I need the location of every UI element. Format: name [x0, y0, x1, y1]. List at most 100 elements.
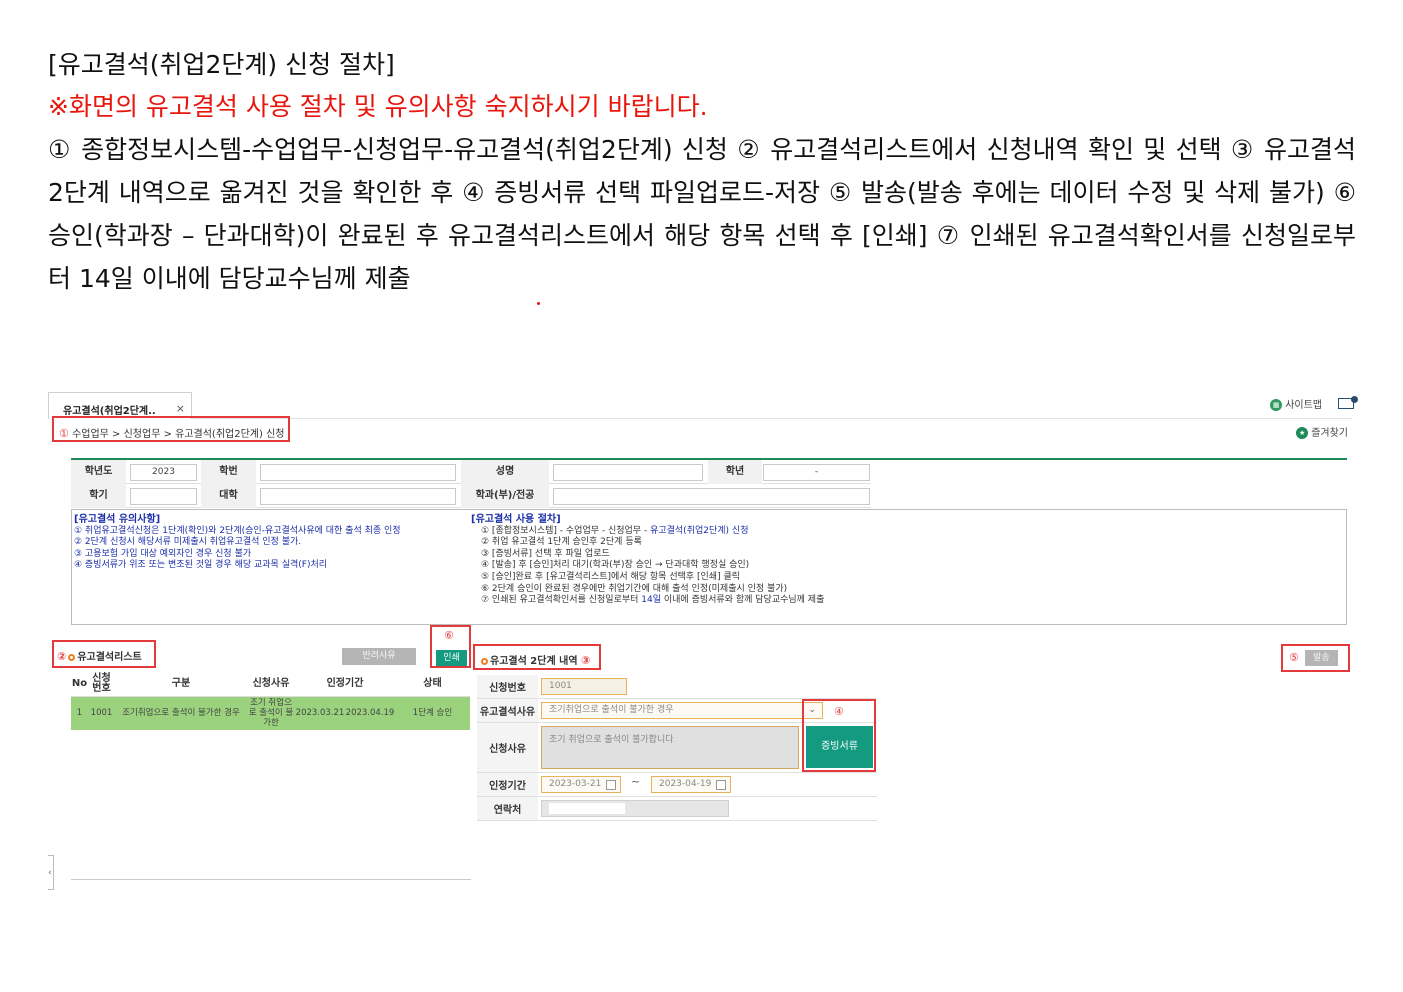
procedure-title: [유고결석 사용 절차] — [471, 514, 561, 525]
favorites-link[interactable]: ★ 즐겨찾기 — [1296, 424, 1348, 439]
reject-reason-button[interactable]: 반려사유 — [342, 648, 416, 665]
sitemap-link[interactable]: ▦ 사이트맵 — [1270, 396, 1322, 411]
period-end-input[interactable]: 2023-04-19 — [651, 776, 731, 793]
college-label: 대학 — [201, 484, 256, 508]
caution-item: ① 취업유고결석신청은 1단계(확인)와 2단계(승인-유고결석사유에 대한 출… — [74, 525, 401, 536]
cell-start: 2023.03.21 — [295, 696, 345, 730]
evidence-button[interactable]: 증빙서류 — [806, 726, 873, 768]
cautions-title: [유고결석 유의사항] — [74, 514, 161, 525]
send-button[interactable]: 발송 — [1304, 650, 1338, 666]
col-reason[interactable]: 신청사유 — [247, 672, 295, 697]
dept-label: 학과(부)/전공 — [461, 484, 549, 508]
cell-req-no: 1001 — [88, 696, 115, 730]
procedure-item: ⑤ [승인]완료 후 [유고결석리스트]에서 해당 항목 선택후 [인쇄] 클릭 — [481, 571, 741, 582]
grade-input[interactable]: - — [763, 464, 870, 481]
top-right-tools: ▦ 사이트맵 — [1270, 396, 1358, 411]
tab-divider — [192, 418, 1352, 419]
reason-type-select[interactable]: 조기취업으로 출석이 불가한 경우 ⌄ — [541, 702, 823, 719]
procedure-item: ① [종합정보시스템] - 수업업무 - 신청업무 - 유고결석(취업2단계) … — [481, 525, 749, 536]
caution-item: ④ 증빙서류가 위조 또는 변조된 것일 경우 해당 교과목 실격(F)처리 — [74, 560, 328, 571]
step-number-5: ⑤ — [1289, 651, 1299, 664]
dept-input[interactable] — [553, 488, 870, 505]
period-label: 인정기간 — [477, 773, 538, 796]
form-row-1: 학년도 2023 학번 성명 학년 - — [71, 460, 871, 484]
cell-status: 1단계 승인 — [395, 696, 470, 730]
table-header-row: No 신청 번호 구분 신청사유 인정기간 상태 — [71, 672, 470, 697]
window-icon[interactable] — [1338, 396, 1358, 409]
print-highlight: ⑥ 인쇄 — [430, 625, 471, 668]
cell-category: 조기취업으로 출석이 불가한 경우 — [115, 696, 247, 730]
procedure-item: ⑥ 2단계 승인이 완료된 경우에만 취업기간에 대해 출석 인정(미제출시 인… — [481, 583, 788, 594]
year-input[interactable]: 2023 — [130, 464, 197, 481]
caution-item: ③ 고용보험 가입 대상 예외자인 경우 신청 불가 — [74, 548, 252, 559]
contact-input[interactable] — [541, 800, 729, 817]
procedure-item: ④ [발송] 후 [승인]처리 대기(학과(부)장 승인 → 단과대학 행정실 … — [481, 560, 750, 571]
cell-end: 2023.04.19 — [345, 696, 395, 730]
cautions-section: [유고결석 유의사항] ① 취업유고결석신청은 1단계(확인)와 2단계(승인-… — [74, 514, 401, 572]
instructions-steps: ① 종합정보시스템-수업업무-신청업무-유고결석(취업2단계) 신청 ② 유고결… — [48, 135, 1356, 293]
breadcrumb-text: 수업업무 > 신청업무 > 유고결석(취업2단계) 신청 — [72, 429, 285, 440]
scroll-left-arrow[interactable]: ‹ — [48, 855, 54, 890]
step-number-3: ③ — [581, 654, 591, 667]
reason-label: 신청사유 — [477, 723, 538, 772]
procedure-item: ② 취업 유고결석 1단계 승인후 2단계 등록 — [481, 537, 642, 548]
procedure-item: ③ [증빙서류] 선택 후 파일 업로드 — [481, 548, 610, 559]
form-row-2: 학기 대학 학과(부)/전공 — [71, 484, 871, 508]
semester-input[interactable] — [130, 488, 197, 505]
send-highlight: ⑤ 발송 — [1281, 644, 1350, 672]
detail-row-contact: 연락처 — [477, 797, 877, 821]
student-no-label: 학번 — [201, 460, 256, 484]
breadcrumb: ① 수업업무 > 신청업무 > 유고결석(취업2단계) 신청 — [52, 416, 290, 442]
name-input[interactable] — [553, 464, 703, 481]
req-no-field[interactable]: 1001 — [541, 678, 627, 695]
procedure-item: ⑦ 인쇄된 유고결석확인서를 신청일로부터 14일 이내에 증빙서류와 함께 담… — [481, 595, 825, 606]
period-separator: ~ — [631, 775, 641, 788]
star-icon: ★ — [1296, 427, 1309, 439]
student-info-form: 학년도 2023 학번 성명 학년 - 학기 대학 학과(부)/전공 — [71, 460, 871, 508]
reason-textarea[interactable]: 조기 취업으로 출석이 불가합니다 — [541, 726, 799, 769]
grade-label: 학년 — [708, 460, 762, 484]
step-number-1: ① — [59, 427, 69, 440]
absence-list-title: ② 유고결석리스트 — [52, 640, 156, 668]
evidence-highlight: ④ 증빙서류 — [802, 699, 876, 772]
step-number-2: ② — [57, 650, 67, 663]
sitemap-icon: ▦ — [1270, 399, 1283, 411]
instructions: [유고결석(취업2단계) 신청 절차] ※화면의 유고결석 사용 절차 및 유의… — [48, 44, 1356, 300]
print-button[interactable]: 인쇄 — [436, 650, 467, 666]
stage2-detail-title: 유고결석 2단계 내역 ③ — [473, 644, 601, 670]
notice-panel: [유고결석 유의사항] ① 취업유고결석신청은 1단계(확인)와 2단계(승인-… — [71, 509, 1347, 625]
req-no-label: 신청번호 — [477, 675, 538, 698]
scroll-track[interactable] — [71, 879, 471, 880]
cell-no: 1 — [71, 696, 88, 730]
col-period[interactable]: 인정기간 — [295, 672, 395, 697]
instructions-notice: ※화면의 유고결석 사용 절차 및 유의사항 숙지하시기 바랍니다. — [48, 92, 708, 121]
app-screenshot: 유고결석(취업2단계.. × ▦ 사이트맵 ★ 즐겨찾기 ① 수업업무 > 신청업무… — [48, 388, 1358, 890]
calendar-icon[interactable] — [716, 780, 726, 790]
contact-label: 연락처 — [477, 797, 538, 820]
calendar-icon[interactable] — [606, 780, 616, 790]
period-start-input[interactable]: 2023-03-21 — [541, 776, 621, 793]
step-number-6: ⑥ — [444, 629, 454, 642]
year-label: 학년도 — [71, 460, 126, 484]
caution-item: ② 2단계 신청시 해당서류 미제출시 취업유고결석 인정 불가. — [74, 537, 302, 548]
table-row[interactable]: 1 1001 조기취업으로 출석이 불가한 경우 조기 취업으로 출석이 불가한… — [71, 696, 470, 730]
red-dot-mark — [537, 302, 540, 305]
tab-close-icon[interactable]: × — [176, 402, 185, 415]
col-req-no[interactable]: 신청 번호 — [88, 672, 115, 697]
contact-redacted — [549, 803, 625, 814]
col-no[interactable]: No — [71, 672, 88, 697]
reason-type-label: 유고결석사유 — [477, 699, 538, 722]
name-label: 성명 — [461, 460, 549, 484]
stage2-detail-form: 신청번호 1001 유고결석사유 조기취업으로 출석이 불가한 경우 ⌄ 신청사… — [477, 675, 877, 821]
college-input[interactable] — [260, 488, 456, 505]
bullet-icon — [481, 657, 488, 665]
absence-list-table: No 신청 번호 구분 신청사유 인정기간 상태 1 1001 조기취업으로 출… — [71, 672, 470, 730]
semester-label: 학기 — [71, 484, 126, 508]
col-status[interactable]: 상태 — [395, 672, 470, 697]
detail-row-period: 인정기간 2023-03-21 ~ 2023-04-19 — [477, 773, 877, 797]
instructions-heading: [유고결석(취업2단계) 신청 절차] — [48, 50, 395, 79]
tab-absence-stage2[interactable]: 유고결석(취업2단계.. × — [48, 392, 192, 419]
student-no-input[interactable] — [260, 464, 456, 481]
col-category[interactable]: 구분 — [115, 672, 247, 697]
detail-row-req-no: 신청번호 1001 — [477, 675, 877, 699]
